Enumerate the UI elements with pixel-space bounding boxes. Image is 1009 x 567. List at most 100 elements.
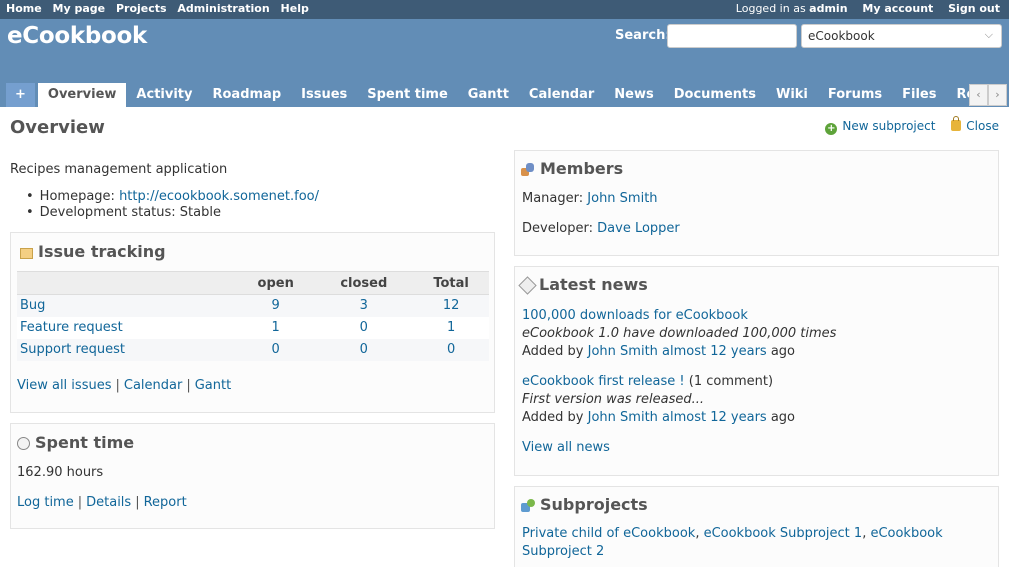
news-author-link[interactable]: John Smith xyxy=(588,410,658,425)
tab-issues[interactable]: Issues xyxy=(291,83,357,107)
subprojects-title: Subprojects xyxy=(540,495,648,514)
view-all-news-link[interactable]: View all news xyxy=(522,440,610,455)
table-header: Total xyxy=(413,271,489,295)
news-comments: (1 comment) xyxy=(688,374,774,389)
news-author-link[interactable]: John Smith xyxy=(588,344,658,359)
project-jump-select[interactable]: eCookbook ⌵ xyxy=(801,24,1002,48)
tab-files[interactable]: Files xyxy=(892,83,946,107)
spent-time-links: Log time | Details | Report xyxy=(17,495,187,510)
news-ago: ago xyxy=(770,410,796,425)
news-added-by: Added by xyxy=(522,410,584,425)
closed-count-link[interactable]: 0 xyxy=(360,320,368,335)
closed-count-link[interactable]: 3 xyxy=(360,298,368,313)
project-title[interactable]: eCookbook xyxy=(7,23,147,49)
news-title-link[interactable]: eCookbook first release ! xyxy=(522,374,685,389)
manager-link[interactable]: John Smith xyxy=(587,191,657,206)
developer-link[interactable]: Dave Lopper xyxy=(597,221,680,236)
tab-documents[interactable]: Documents xyxy=(664,83,766,107)
tab-scroll: ‹ › xyxy=(969,84,1009,106)
spent-time-heading: Spent time xyxy=(17,433,134,452)
homepage-link[interactable]: http://ecookbook.somenet.foo/ xyxy=(119,189,319,204)
subprojects-list: Private child of eCookbook, eCookbook Su… xyxy=(522,526,943,559)
total-count-link[interactable]: 1 xyxy=(447,320,455,335)
latest-news-heading: Latest news xyxy=(518,275,648,295)
tab-wiki[interactable]: Wiki xyxy=(766,83,818,107)
page-title: Overview xyxy=(10,117,105,138)
tab-new-object[interactable]: + xyxy=(6,83,35,107)
issue-links: View all issues | Calendar | Gantt xyxy=(17,378,232,393)
total-count-link[interactable]: 0 xyxy=(447,342,455,357)
tab-news[interactable]: News xyxy=(604,83,663,107)
open-count-link[interactable]: 0 xyxy=(272,342,280,357)
logged-in-prefix: Logged in as xyxy=(735,2,806,15)
table-row: Feature request 1 0 1 xyxy=(17,316,489,339)
chevron-right-icon[interactable]: › xyxy=(988,84,1007,106)
news-summary: eCookbook 1.0 have downloaded 100,000 ti… xyxy=(522,326,837,341)
chevron-down-icon: ⌵ xyxy=(984,28,993,41)
close-project-link[interactable]: Close xyxy=(966,119,999,133)
developer-row: Developer: Dave Lopper xyxy=(522,221,680,236)
latest-news-title: Latest news xyxy=(539,275,648,294)
chevron-left-icon[interactable]: ‹ xyxy=(969,84,988,106)
top-menu-my-page[interactable]: My page xyxy=(53,2,106,15)
search-input[interactable] xyxy=(667,24,797,48)
tab-forums[interactable]: Forums xyxy=(818,83,892,107)
top-menu-home[interactable]: Home xyxy=(6,2,42,15)
open-count-link[interactable]: 9 xyxy=(272,298,280,313)
view-all-issues-link[interactable]: View all issues xyxy=(17,378,111,393)
report-link[interactable]: Report xyxy=(144,495,187,510)
clock-icon xyxy=(17,437,30,450)
logged-in-user[interactable]: admin xyxy=(809,2,847,15)
table-header xyxy=(17,271,237,295)
news-summary: First version was released... xyxy=(522,392,705,407)
subprojects-box: Subprojects Private child of eCookbook, … xyxy=(514,486,999,567)
top-menu-help[interactable]: Help xyxy=(281,2,309,15)
top-menu-administration[interactable]: Administration xyxy=(177,2,269,15)
my-account-link[interactable]: My account xyxy=(862,2,933,15)
total-count-link[interactable]: 12 xyxy=(443,298,460,313)
top-menu-projects[interactable]: Projects xyxy=(116,2,167,15)
open-count-link[interactable]: 1 xyxy=(272,320,280,335)
project-description: Recipes management application xyxy=(10,162,228,177)
list-item: Homepage: http://ecookbook.somenet.foo/ xyxy=(38,189,319,205)
news-age-link[interactable]: almost 12 years xyxy=(662,410,767,425)
issue-table: open closed Total Bug 9 3 12 Feature req… xyxy=(17,271,489,361)
tracker-link[interactable]: Support request xyxy=(20,342,125,357)
closed-count-link[interactable]: 0 xyxy=(360,342,368,357)
tab-activity[interactable]: Activity xyxy=(126,83,202,107)
calendar-link[interactable]: Calendar xyxy=(124,378,182,393)
tab-spent-time[interactable]: Spent time xyxy=(357,83,458,107)
sign-out-link[interactable]: Sign out xyxy=(948,2,1000,15)
issue-tracking-title: Issue tracking xyxy=(38,242,166,261)
tab-roadmap[interactable]: Roadmap xyxy=(202,83,291,107)
members-box: Members Manager: John Smith Developer: D… xyxy=(514,150,999,256)
news-added-by: Added by xyxy=(522,344,584,359)
details-link[interactable]: Details xyxy=(86,495,131,510)
tab-repository[interactable]: Repos xyxy=(946,83,970,107)
tab-gantt[interactable]: Gantt xyxy=(458,83,519,107)
news-age-link[interactable]: almost 12 years xyxy=(662,344,767,359)
tracker-link[interactable]: Feature request xyxy=(20,320,123,335)
search-label: Search: xyxy=(615,28,671,43)
subprojects-heading: Subprojects xyxy=(521,495,648,514)
issue-tracking-heading: Issue tracking xyxy=(20,242,166,261)
issue-tracking-icon xyxy=(20,248,33,259)
main-menu-tabs: + Overview Activity Roadmap Issues Spent time… xyxy=(6,83,970,107)
tracker-link[interactable]: Bug xyxy=(20,298,45,313)
top-menu: Home My page Projects Administration Hel… xyxy=(0,0,1009,19)
news-title-link[interactable]: 100,000 downloads for eCookbook xyxy=(522,308,748,323)
news-item: 100,000 downloads for eCookbook eCookboo… xyxy=(522,307,836,361)
subproject-link[interactable]: eCookbook Subproject 1 xyxy=(704,526,863,541)
dev-status-label: Development status: xyxy=(39,205,176,220)
tab-overview[interactable]: Overview xyxy=(37,83,127,107)
log-time-link[interactable]: Log time xyxy=(17,495,74,510)
table-header: closed xyxy=(314,271,414,295)
contextual-actions: + New subproject Close xyxy=(825,116,999,135)
tab-calendar[interactable]: Calendar xyxy=(519,83,604,107)
gantt-link[interactable]: Gantt xyxy=(195,378,231,393)
list-item: Development status: Stable xyxy=(38,205,319,221)
new-subproject-link[interactable]: New subproject xyxy=(842,119,935,133)
subprojects-icon xyxy=(521,499,535,512)
project-info-list: Homepage: http://ecookbook.somenet.foo/ … xyxy=(38,189,319,221)
subproject-link[interactable]: Private child of eCookbook xyxy=(522,526,695,541)
